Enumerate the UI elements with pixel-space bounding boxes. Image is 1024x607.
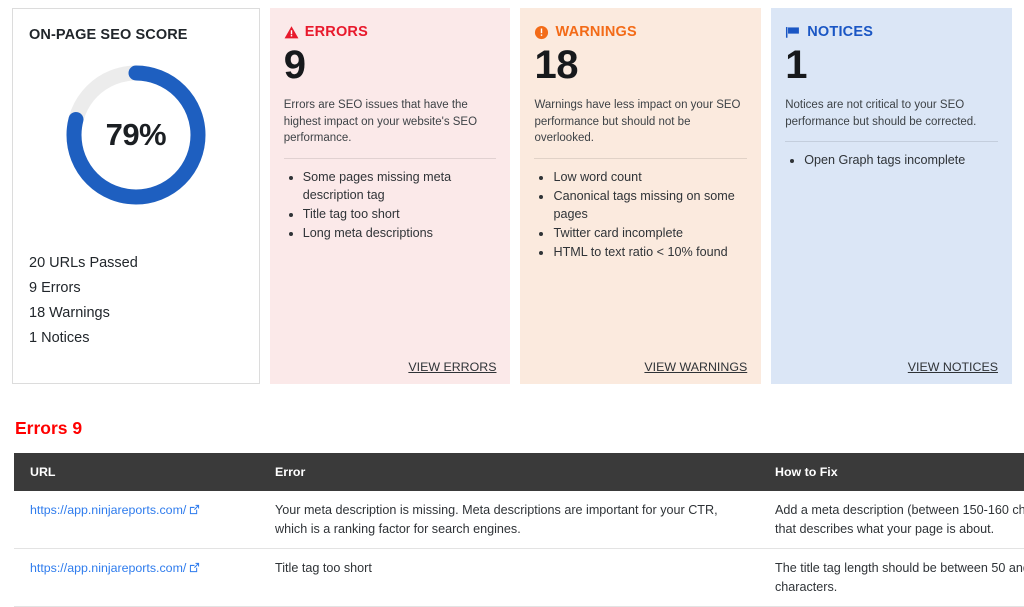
score-stats-list: 20 URLs Passed 9 Errors 18 Warnings 1 No… <box>29 251 243 351</box>
table-row: https://app.ninjareports.com/ Title tag … <box>14 548 1024 607</box>
cell-how-to-fix: The title tag length should be between 5… <box>759 548 1024 607</box>
table-row: https://app.ninjareports.com/ Your meta … <box>14 491 1024 549</box>
cell-url: https://app.ninjareports.com/ <box>14 491 259 549</box>
list-item: Title tag too short <box>303 205 497 223</box>
view-notices-link[interactable]: VIEW NOTICES <box>908 360 998 374</box>
score-card-title: ON-PAGE SEO SCORE <box>29 27 188 43</box>
errors-table-body: https://app.ninjareports.com/ Your meta … <box>14 491 1024 607</box>
url-link[interactable]: https://app.ninjareports.com/ <box>30 561 186 575</box>
errors-summary-card: ERRORS 9 Errors are SEO issues that have… <box>269 8 511 384</box>
list-item: Twitter card incomplete <box>553 224 747 242</box>
errors-description: Errors are SEO issues that have the high… <box>283 99 478 145</box>
warning-triangle-icon <box>284 25 299 40</box>
list-item: Canonical tags missing on some pages <box>553 187 747 223</box>
list-item: Open Graph tags incomplete <box>804 151 998 169</box>
list-item: Low word count <box>553 168 747 186</box>
cell-how-to-fix: Add a meta description (between 150-160 … <box>759 491 1024 549</box>
notices-issue-list: Open Graph tags incomplete <box>785 151 998 169</box>
warnings-count: 18 <box>534 43 578 87</box>
errors-table: URL Error How to Fix https://app.ninjare… <box>14 453 1024 607</box>
column-header-error: Error <box>259 453 759 491</box>
column-header-how-to-fix: How to Fix <box>759 453 1024 491</box>
stat-urls-passed: 20 URLs Passed <box>29 255 138 271</box>
notices-divider <box>785 141 998 143</box>
errors-table-heading: Errors 9 <box>15 418 83 438</box>
errors-divider <box>283 157 497 159</box>
table-header-row: URL Error How to Fix <box>14 453 1024 491</box>
list-item: HTML to text ratio < 10% found <box>553 243 747 261</box>
warnings-description: Warnings have less impact on your SEO pe… <box>534 99 741 145</box>
view-errors-link[interactable]: VIEW ERRORS <box>408 360 496 374</box>
errors-count: 9 <box>283 43 306 87</box>
cell-error: Your meta description is missing. Meta d… <box>259 491 759 549</box>
errors-table-head: URL Error How to Fix <box>14 453 1024 491</box>
score-percentage-label: 79% <box>105 117 167 152</box>
warnings-card-header: WARNINGS <box>534 24 747 40</box>
on-page-seo-score-card: ON-PAGE SEO SCORE 79% 20 URLs Passed 9 E… <box>12 8 260 384</box>
errors-card-header: ERRORS <box>284 24 497 40</box>
warnings-divider <box>534 157 748 159</box>
summary-cards-row: ON-PAGE SEO SCORE 79% 20 URLs Passed 9 E… <box>12 8 1012 384</box>
seo-score-donut-chart: 79% <box>29 49 243 221</box>
stat-errors: 9 Errors <box>29 280 81 296</box>
column-header-url: URL <box>14 453 259 491</box>
list-item: Some pages missing meta description tag <box>303 168 497 204</box>
notices-summary-card: NOTICES 1 Notices are not critical to yo… <box>771 8 1012 384</box>
notices-card-heading: NOTICES <box>807 24 874 40</box>
external-link-icon[interactable] <box>189 502 200 521</box>
exclamation-circle-icon <box>534 25 549 40</box>
notices-card-header: NOTICES <box>785 24 998 40</box>
warnings-card-heading: WARNINGS <box>555 24 637 40</box>
list-item: Long meta descriptions <box>303 224 497 242</box>
stat-warnings: 18 Warnings <box>29 305 110 321</box>
url-link[interactable]: https://app.ninjareports.com/ <box>30 503 186 517</box>
errors-table-wrapper: URL Error How to Fix https://app.ninjare… <box>14 453 1024 607</box>
errors-issue-list: Some pages missing meta description tag … <box>284 168 497 242</box>
flag-icon <box>785 25 801 40</box>
cell-url: https://app.ninjareports.com/ <box>14 548 259 607</box>
stat-notices: 1 Notices <box>29 330 90 346</box>
warnings-summary-card: WARNINGS 18 Warnings have less impact on… <box>520 8 762 384</box>
notices-count: 1 <box>785 43 807 87</box>
warnings-issue-list: Low word count Canonical tags missing on… <box>534 168 747 261</box>
cell-error: Title tag too short <box>259 548 759 607</box>
notices-description: Notices are not critical to your SEO per… <box>785 99 977 128</box>
errors-card-heading: ERRORS <box>304 24 368 40</box>
view-warnings-link[interactable]: VIEW WARNINGS <box>644 360 747 374</box>
